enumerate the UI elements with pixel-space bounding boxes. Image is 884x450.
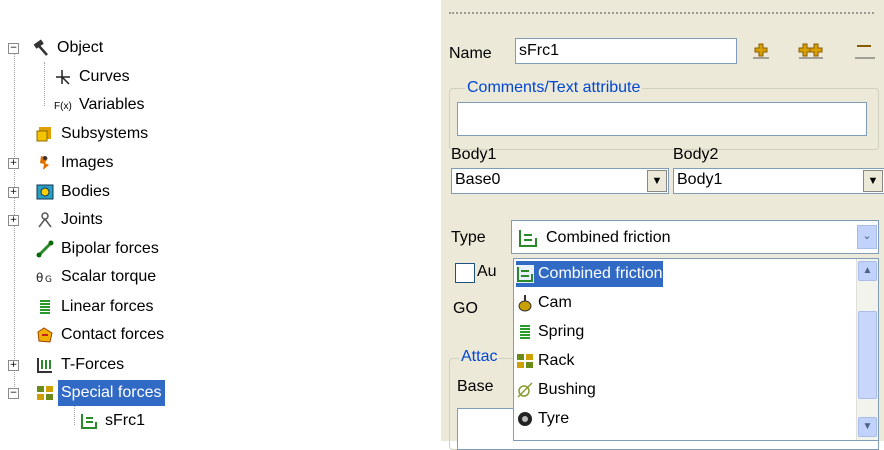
expand-icon[interactable]: +	[8, 187, 19, 198]
body2-value: Body1	[677, 171, 723, 188]
tree-item-label: Object	[57, 39, 104, 56]
subsystems-icon	[36, 126, 51, 142]
hammer-icon	[33, 39, 48, 56]
option-label: Rack	[538, 352, 575, 369]
tree-connector	[44, 62, 45, 106]
combined-friction-icon	[519, 230, 537, 247]
dropdown-scrollbar[interactable]: ▲ ▼	[856, 259, 878, 440]
collapse-icon[interactable]: −	[8, 43, 19, 54]
tree-item-bipolar-forces[interactable]: Bipolar forces	[36, 236, 162, 262]
dropdown-option-combined-friction[interactable]: Combined friction	[516, 261, 663, 287]
option-label: Cam	[538, 294, 572, 311]
spring-icon	[520, 324, 530, 339]
tree-item-label: sFrc1	[105, 412, 145, 429]
tree-item-label: Scalar torque	[61, 268, 157, 285]
tree-item-subsystems[interactable]: Subsystems	[36, 121, 151, 147]
special-forces-icon	[37, 385, 53, 400]
tree-item-label: Variables	[79, 96, 145, 113]
body2-select[interactable]: Body1 ▼	[673, 168, 884, 194]
type-dropdown-list: Combined friction Cam Spring Rack Bushin…	[513, 258, 879, 441]
tree-item-label: T-Forces	[61, 356, 125, 373]
tree-item-label: Bipolar forces	[61, 240, 159, 257]
panel-grip[interactable]	[449, 12, 874, 16]
name-label: Name	[449, 45, 492, 62]
expand-icon[interactable]: +	[8, 215, 19, 226]
images-icon	[40, 155, 49, 170]
scroll-down-icon[interactable]: ▼	[858, 417, 877, 437]
insert-object-icon[interactable]	[747, 38, 775, 66]
dropdown-option-spring[interactable]: Spring	[516, 319, 584, 345]
comments-input[interactable]	[457, 102, 867, 136]
option-label: Combined friction	[538, 265, 663, 282]
joints-icon	[38, 212, 52, 228]
go-label: GO	[453, 300, 478, 317]
tree-item-curves[interactable]: Curves	[54, 64, 133, 90]
chevron-down-icon[interactable]: ▼	[647, 170, 667, 192]
option-label: Tyre	[538, 410, 570, 427]
curves-icon	[56, 69, 70, 85]
tree-connector	[74, 403, 75, 425]
t-forces-icon	[37, 357, 52, 373]
tree-item-label: Curves	[79, 68, 130, 85]
tree-item-label: Special forces	[58, 380, 165, 406]
bipolar-forces-icon	[36, 240, 54, 258]
tree-item-label: Images	[61, 154, 114, 171]
dropdown-option-rack[interactable]: Rack	[516, 348, 574, 374]
delete-object-icon[interactable]	[849, 38, 877, 66]
type-label: Type	[451, 229, 486, 246]
checkbox-label: Au	[477, 263, 497, 280]
tree-item-contact-forces[interactable]: Contact forces	[36, 322, 167, 348]
sfrc-icon	[81, 413, 97, 429]
tyre-icon	[518, 411, 532, 426]
variables-icon: F(x)	[54, 101, 72, 112]
body1-label: Body1	[451, 146, 497, 163]
dropdown-option-bushing[interactable]: Bushing	[516, 377, 596, 403]
duplicate-object-icon[interactable]	[797, 38, 825, 66]
object-tree: − Object Curves F(x) Variables Subsystems…	[0, 0, 440, 441]
scalar-torque-icon: θG	[36, 271, 52, 285]
chevron-down-icon[interactable]: ▼	[863, 170, 883, 192]
name-input[interactable]	[515, 38, 737, 64]
tree-item-label: Joints	[61, 211, 103, 228]
option-label: Spring	[538, 323, 585, 340]
tree-item-linear-forces[interactable]: Linear forces	[36, 294, 157, 320]
body1-select[interactable]: Base0 ▼	[451, 168, 669, 194]
combined-friction-icon	[516, 264, 534, 283]
scroll-up-icon[interactable]: ▲	[858, 261, 877, 281]
properties-panel: Name Comments/Text attribute Body1 Body2…	[440, 0, 884, 450]
tree-item-sfrc1[interactable]: sFrc1	[80, 408, 148, 434]
tree-item-label: Bodies	[61, 183, 110, 200]
expand-icon[interactable]: +	[8, 360, 19, 371]
comments-legend: Comments/Text attribute	[465, 79, 643, 97]
rack-icon	[517, 353, 533, 368]
collapse-icon[interactable]: −	[8, 388, 19, 399]
dropdown-option-tyre[interactable]: Tyre	[516, 406, 569, 432]
bodies-icon	[36, 184, 54, 200]
tree-item-variables[interactable]: F(x) Variables	[54, 92, 148, 118]
tree-item-label: Contact forces	[61, 326, 165, 343]
contact-forces-icon	[37, 327, 53, 343]
tree-item-label: Subsystems	[61, 125, 149, 142]
option-label: Bushing	[538, 381, 596, 398]
body2-label: Body2	[673, 146, 719, 163]
auto-checkbox[interactable]	[455, 263, 475, 283]
tree-item-label: Linear forces	[61, 298, 154, 315]
chevron-down-icon[interactable]: ⌄	[857, 225, 877, 249]
svg-text:G: G	[45, 275, 52, 285]
linear-forces-icon	[40, 299, 50, 314]
body1-value: Base0	[455, 171, 501, 188]
tree-item-scalar-torque[interactable]: θ G Scalar torque	[36, 264, 159, 290]
base-label: Base	[457, 378, 494, 395]
type-select[interactable]: Combined friction ⌄	[511, 220, 879, 254]
scroll-thumb[interactable]	[858, 311, 877, 399]
bushing-icon	[517, 382, 533, 398]
expand-icon[interactable]: +	[8, 158, 19, 169]
svg-text:θ: θ	[36, 271, 43, 285]
type-value: Combined friction	[546, 229, 671, 246]
dropdown-option-cam[interactable]: Cam	[516, 290, 572, 316]
cam-icon	[518, 294, 532, 312]
attach-legend: Attac	[459, 348, 500, 366]
